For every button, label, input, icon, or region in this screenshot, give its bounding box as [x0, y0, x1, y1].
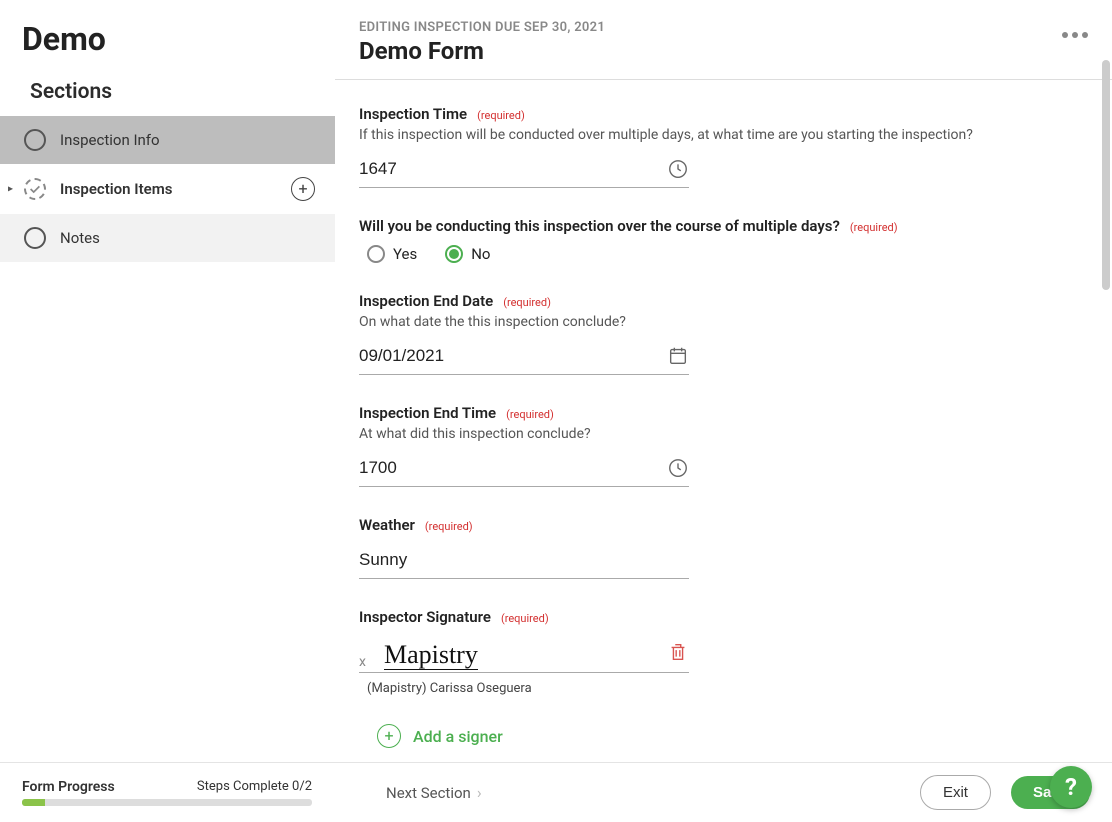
scrollbar[interactable]	[1102, 60, 1110, 290]
more-menu-icon[interactable]	[1062, 20, 1088, 38]
plus-circle-icon	[377, 724, 401, 748]
sidebar-item-inspection-info[interactable]: Inspection Info	[0, 116, 335, 164]
field-weather: Weather (required)	[359, 515, 1049, 579]
field-multi-day: Will you be conducting this inspection o…	[359, 216, 1049, 263]
trash-icon[interactable]	[667, 640, 689, 664]
field-signature: Inspector Signature (required) x Mapistr…	[359, 607, 1049, 748]
sidebar-item-inspection-items[interactable]: ▸ Inspection Items	[0, 164, 335, 214]
clock-icon[interactable]	[667, 158, 689, 180]
add-signer-button[interactable]: Add a signer	[377, 724, 1049, 748]
page-header: EDITING INSPECTION DUE SEP 30, 2021 Demo…	[335, 0, 1112, 80]
calendar-icon[interactable]	[667, 345, 689, 367]
radio-yes[interactable]: Yes	[367, 245, 417, 263]
sections-heading: Sections	[0, 60, 335, 116]
chevron-right-icon: ›	[477, 783, 482, 802]
field-label: Weather	[359, 516, 415, 534]
checkmark-icon	[28, 182, 42, 196]
app-title: Demo	[0, 0, 335, 60]
progress-label: Form Progress	[22, 779, 115, 795]
progress-steps: Steps Complete 0/2	[197, 779, 312, 795]
sidebar-item-label: Notes	[60, 229, 100, 247]
field-label: Inspection End Time	[359, 404, 496, 422]
sidebar-item-notes[interactable]: Notes	[0, 214, 335, 262]
field-end-time: Inspection End Time (required) At what d…	[359, 403, 1049, 487]
page-title: Demo Form	[359, 37, 605, 65]
status-circle-icon	[24, 227, 46, 249]
required-tag: (required)	[850, 221, 898, 234]
sidebar-item-label: Inspection Items	[60, 180, 172, 198]
add-signer-label: Add a signer	[413, 727, 503, 746]
required-tag: (required)	[425, 520, 473, 533]
end-time-input[interactable]	[359, 454, 667, 482]
sidebar-item-label: Inspection Info	[60, 131, 160, 149]
field-label: Inspection End Date	[359, 292, 493, 310]
field-help: At what did this inspection conclude?	[359, 426, 1049, 442]
required-tag: (required)	[503, 296, 551, 309]
radio-no[interactable]: No	[445, 245, 490, 263]
field-label: Inspector Signature	[359, 608, 491, 626]
content-area: EDITING INSPECTION DUE SEP 30, 2021 Demo…	[335, 0, 1112, 762]
field-inspection-time: Inspection Time (required) If this inspe…	[359, 104, 1049, 188]
radio-label: Yes	[393, 245, 417, 263]
next-section-button[interactable]: Next Section ›	[386, 783, 482, 802]
sidebar: Demo Sections Inspection Info ▸ Inspecti…	[0, 0, 335, 762]
field-label: Inspection Time	[359, 105, 467, 123]
field-help: On what date the this inspection conclud…	[359, 314, 1049, 330]
status-circle-icon	[24, 129, 46, 151]
section-list: Inspection Info ▸ Inspection Items Notes	[0, 116, 335, 262]
help-fab[interactable]: ?	[1050, 766, 1092, 808]
clock-icon[interactable]	[667, 457, 689, 479]
radio-icon	[367, 245, 385, 263]
signer-name: (Mapistry) Carissa Oseguera	[367, 681, 1049, 696]
weather-input[interactable]	[359, 546, 689, 574]
next-section-label: Next Section	[386, 784, 471, 802]
exit-button[interactable]: Exit	[920, 775, 991, 810]
caret-right-icon: ▸	[8, 184, 13, 195]
radio-icon	[445, 245, 463, 263]
add-icon[interactable]	[291, 177, 315, 201]
footer: Form Progress Steps Complete 0/2 Next Se…	[0, 762, 1112, 822]
required-tag: (required)	[506, 408, 554, 421]
signature-image[interactable]: Mapistry	[384, 642, 478, 670]
inspection-time-input[interactable]	[359, 155, 667, 183]
end-date-input[interactable]	[359, 342, 667, 370]
status-dashed-icon	[24, 178, 46, 200]
field-end-date: Inspection End Date (required) On what d…	[359, 291, 1049, 375]
form: Inspection Time (required) If this inspe…	[335, 80, 1112, 762]
radio-label: No	[471, 245, 490, 263]
field-label: Will you be conducting this inspection o…	[359, 217, 840, 235]
header-eyebrow: EDITING INSPECTION DUE SEP 30, 2021	[359, 20, 605, 35]
signature-x-mark: x	[359, 654, 366, 670]
progress-bar	[22, 799, 312, 806]
required-tag: (required)	[477, 109, 525, 122]
field-help: If this inspection will be conducted ove…	[359, 127, 1049, 143]
form-progress: Form Progress Steps Complete 0/2	[22, 779, 312, 806]
required-tag: (required)	[501, 612, 549, 625]
